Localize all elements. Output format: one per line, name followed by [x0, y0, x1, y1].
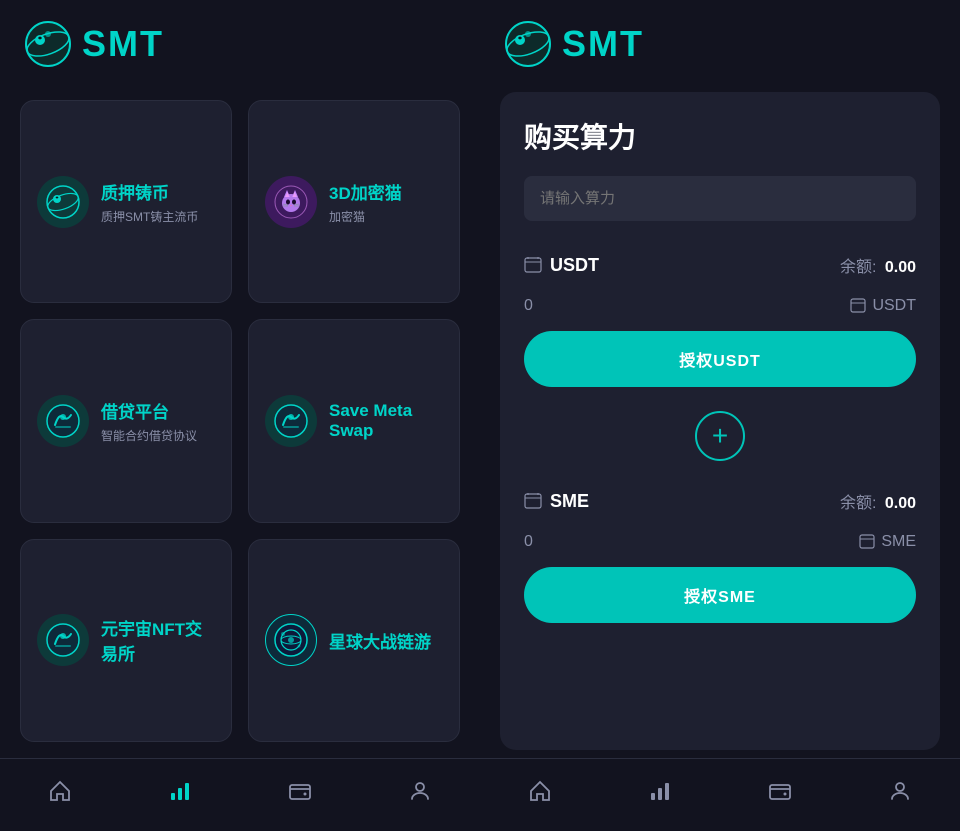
- grid-item-cat[interactable]: 3D加密猫 加密猫: [248, 100, 460, 303]
- right-nav-chart[interactable]: [628, 775, 692, 807]
- left-panel: SMT 质押铸币 质押SMT铸主流币: [0, 0, 480, 831]
- right-bottom-nav: [480, 758, 960, 831]
- usdt-amount-row: 0 USDT: [524, 289, 916, 331]
- left-nav-home[interactable]: [28, 775, 92, 807]
- right-nav-home[interactable]: [508, 775, 572, 807]
- sme-token-row: SME 余额: 0.00: [524, 477, 916, 525]
- right-home-icon: [528, 779, 552, 803]
- sme-icon: [524, 492, 544, 510]
- pledge-text-group: 质押铸币 质押SMT铸主流币: [101, 179, 198, 225]
- grid-item-battle[interactable]: 星球大战链游: [248, 539, 460, 742]
- right-panel: SMT 购买算力 USDT 余额: 0.00: [480, 0, 960, 831]
- sme-label: SME: [524, 491, 589, 512]
- battle-title: 星球大战链游: [329, 628, 431, 653]
- usdt-icon: [524, 256, 544, 274]
- left-logo-icon: [24, 20, 72, 68]
- pledge-icon: [37, 176, 89, 228]
- nft-icon: [37, 614, 89, 666]
- sme-amount-value: 0: [524, 533, 533, 551]
- left-app-title: SMT: [82, 23, 164, 65]
- left-nav-user[interactable]: [388, 775, 452, 807]
- left-nav-chart[interactable]: [148, 775, 212, 807]
- wallet-icon: [288, 779, 312, 803]
- cat-text-group: 3D加密猫 加密猫: [329, 179, 402, 225]
- battle-text-group: 星球大战链游: [329, 628, 431, 653]
- plus-circle[interactable]: +: [695, 411, 745, 461]
- nft-text-group: 元宇宙NFT交易所: [101, 615, 215, 665]
- cat-icon: [265, 176, 317, 228]
- right-user-icon: [888, 779, 912, 803]
- sme-balance-display: 余额: 0.00: [840, 489, 916, 513]
- right-header: SMT: [480, 0, 960, 84]
- left-nav-wallet[interactable]: [268, 775, 332, 807]
- cat-subtitle: 加密猫: [329, 208, 402, 225]
- chart-icon: [168, 779, 192, 803]
- right-logo-icon: [504, 20, 552, 68]
- right-nav-wallet[interactable]: [748, 775, 812, 807]
- nft-title: 元宇宙NFT交易所: [101, 615, 215, 665]
- sme-amount-token: SME: [859, 533, 916, 551]
- sme-amount-row: 0 SME: [524, 525, 916, 567]
- savemeta-text-group: Save Meta Swap: [329, 401, 443, 441]
- usdt-amount-token: USDT: [850, 297, 916, 315]
- usdt-amount-value: 0: [524, 297, 533, 315]
- lending-subtitle: 智能合约借贷协议: [101, 427, 197, 444]
- auth-usdt-button[interactable]: 授权USDT: [524, 331, 916, 387]
- modal-title: 购买算力: [524, 116, 916, 156]
- pledge-subtitle: 质押SMT铸主流币: [101, 208, 198, 225]
- lending-text-group: 借贷平台 智能合约借贷协议: [101, 398, 197, 444]
- grid-item-lending[interactable]: 借贷平台 智能合约借贷协议: [20, 319, 232, 522]
- hashrate-input[interactable]: [524, 176, 916, 221]
- left-header: SMT: [0, 0, 480, 84]
- usdt-balance-display: 余额: 0.00: [840, 253, 916, 277]
- usdt-token-row: USDT 余额: 0.00: [524, 241, 916, 289]
- pledge-title: 质押铸币: [101, 179, 198, 204]
- modal-card: 购买算力 USDT 余额: 0.00 0: [500, 92, 940, 750]
- user-icon: [408, 779, 432, 803]
- grid-item-nft[interactable]: 元宇宙NFT交易所: [20, 539, 232, 742]
- battle-icon: [265, 614, 317, 666]
- usdt-label: USDT: [524, 255, 599, 276]
- cat-title: 3D加密猫: [329, 179, 402, 204]
- savemeta-title: Save Meta Swap: [329, 401, 443, 441]
- right-chart-icon: [648, 779, 672, 803]
- lending-title: 借贷平台: [101, 398, 197, 423]
- right-app-title: SMT: [562, 23, 644, 65]
- left-bottom-nav: [0, 758, 480, 831]
- right-wallet-icon: [768, 779, 792, 803]
- lending-icon: [37, 395, 89, 447]
- auth-sme-button[interactable]: 授权SME: [524, 567, 916, 623]
- home-icon: [48, 779, 72, 803]
- grid-item-pledge[interactable]: 质押铸币 质押SMT铸主流币: [20, 100, 232, 303]
- savemeta-icon: [265, 395, 317, 447]
- right-nav-user[interactable]: [868, 775, 932, 807]
- grid-container: 质押铸币 质押SMT铸主流币: [0, 84, 480, 758]
- grid-item-savemeta[interactable]: Save Meta Swap: [248, 319, 460, 522]
